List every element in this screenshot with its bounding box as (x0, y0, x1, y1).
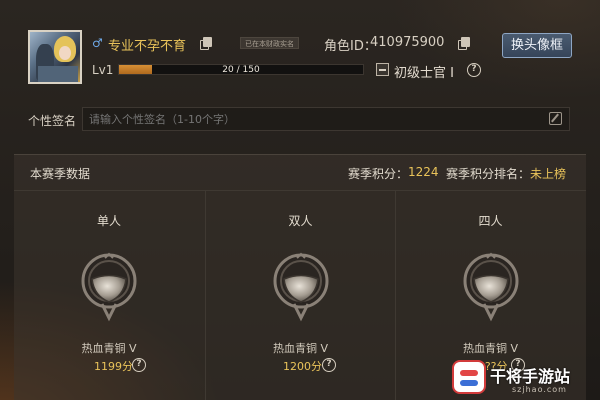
tier-name: 热血青铜 V (81, 342, 137, 355)
mode-name: 单人 (96, 214, 121, 228)
male-gender-icon: ♂ (92, 36, 103, 50)
tier-help-icon[interactable]: ? (322, 358, 336, 372)
copy-role-id-icon[interactable] (458, 37, 470, 50)
level-label: Lv1 (92, 63, 114, 77)
watermark-subtext: szjhao.com (512, 385, 567, 394)
signature-input[interactable] (82, 107, 570, 131)
rank-insignia-icon (376, 63, 389, 76)
mode-card-duo[interactable]: 双人 热血青铜 V 1200分 ? (205, 190, 395, 400)
bronze-tier-badge-icon (463, 252, 518, 322)
bronze-tier-badge-icon (81, 252, 137, 322)
mode-name: 双人 (288, 214, 313, 228)
season-score-label: 赛季积分： (348, 167, 409, 181)
xp-progress-text: 20 / 150 (222, 65, 260, 75)
rank-title: 初级士官 I (394, 66, 454, 81)
tier-score: 1199分 (94, 360, 133, 373)
watermark-logo (452, 360, 486, 394)
signature-label: 个性签名 (28, 114, 77, 128)
copy-nickname-icon[interactable] (200, 37, 212, 50)
player-avatar[interactable] (28, 30, 82, 84)
tier-score: 1200分 (283, 360, 322, 373)
xp-progress-bar: 20 / 150 (118, 64, 364, 75)
mode-name: 四人 (478, 214, 503, 228)
verified-tag: 已在本财政实名 (240, 37, 299, 49)
season-rank-value: 未上榜 (530, 167, 567, 181)
season-score-value: 1224 (408, 165, 439, 179)
season-data-title: 本赛季数据 (30, 167, 91, 181)
change-avatar-frame-button[interactable]: 换头像框 (502, 33, 572, 58)
tier-name: 热血青铜 V (272, 342, 329, 355)
mode-card-solo[interactable]: 单人 热血青铜 V 1199分 ? (14, 190, 204, 400)
tier-help-icon[interactable]: ? (132, 358, 146, 372)
role-id-value: 410975900 (370, 35, 445, 50)
role-id-label: 角色ID： (324, 39, 377, 54)
season-rank-label: 赛季积分排名： (446, 167, 531, 181)
player-nickname: 专业不孕不育 (108, 39, 187, 54)
rank-help-icon[interactable]: ? (467, 63, 481, 77)
edit-signature-icon[interactable] (549, 112, 562, 125)
bronze-tier-badge-icon (273, 252, 328, 322)
tier-name: 热血青铜 V (462, 342, 519, 355)
watermark-text: 干将手游站 (490, 367, 571, 386)
